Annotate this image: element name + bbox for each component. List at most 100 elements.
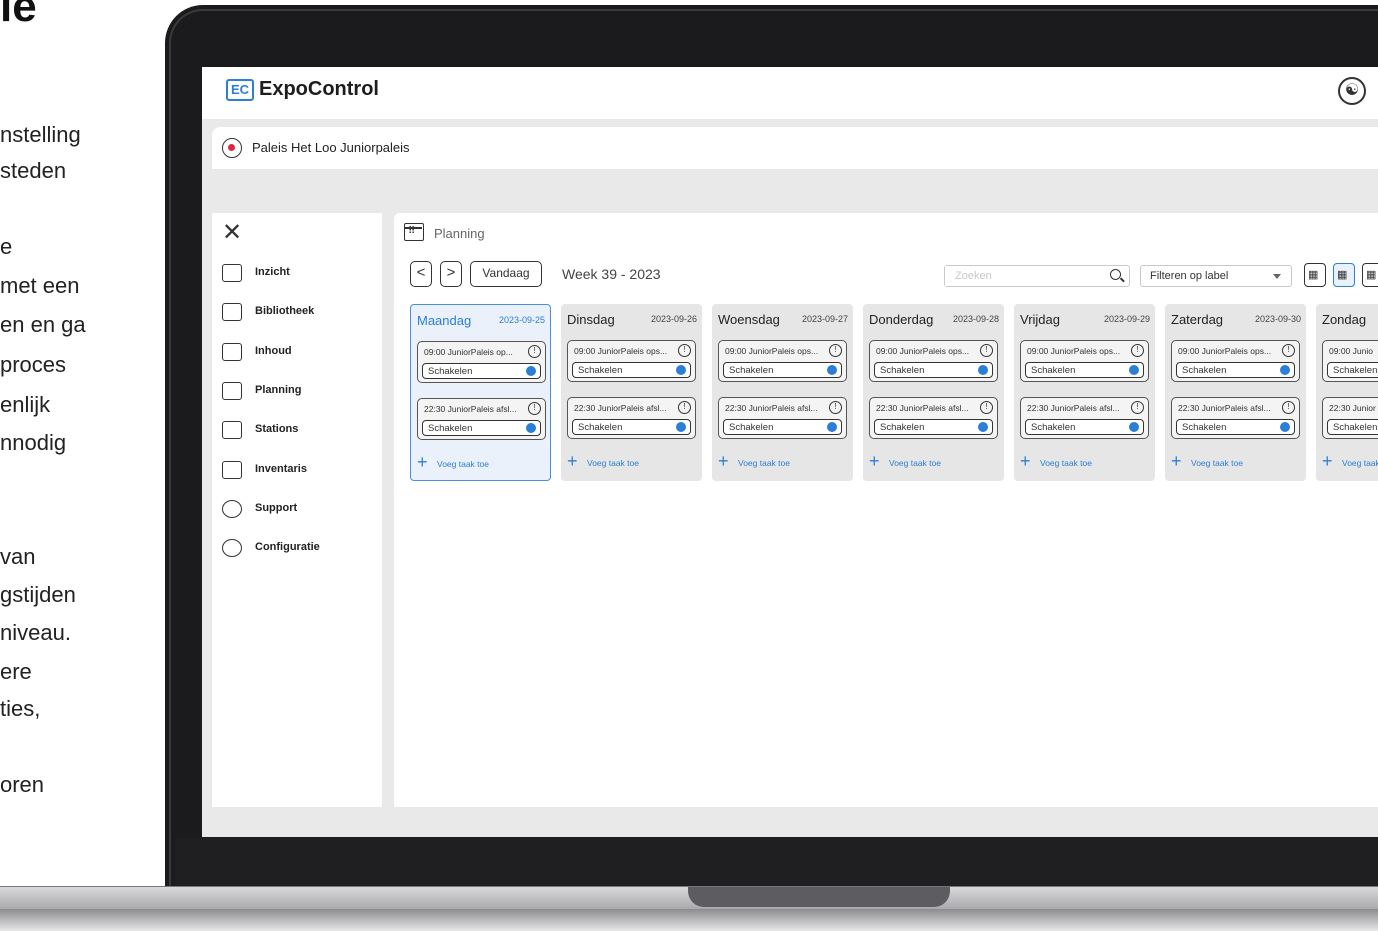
- repeat-icon: !: [1282, 401, 1295, 414]
- sidebar-item-inventaris[interactable]: Inventaris: [212, 458, 382, 488]
- switch-toggle[interactable]: Schakelen: [1025, 362, 1144, 378]
- location-name: Paleis Het Loo Juniorpaleis: [252, 140, 410, 155]
- article-line: proces: [0, 352, 67, 377]
- article-line: niveau.: [0, 620, 71, 645]
- next-week-button[interactable]: >: [440, 261, 462, 287]
- switch-toggle[interactable]: Schakelen: [572, 362, 691, 378]
- day-name: Donderdag: [869, 312, 934, 327]
- sidebar-item-planning[interactable]: Planning: [212, 379, 382, 409]
- switch-toggle[interactable]: Schakelen: [1327, 419, 1378, 435]
- article-line: oren: [0, 772, 45, 797]
- article-line: steden: [0, 158, 67, 183]
- task-card[interactable]: 09:00 JuniorPaleis ops...! Schakelen: [567, 340, 696, 382]
- task-card[interactable]: 22:30 JuniorPaleis afsl...! Schakelen: [417, 398, 546, 440]
- toggle-dot: [1129, 365, 1139, 375]
- task-card[interactable]: 09:00 Junio!Schakelen: [1322, 340, 1378, 382]
- task-title: 09:00 JuniorPaleis op...: [424, 347, 513, 357]
- switch-toggle[interactable]: Schakelen: [572, 419, 691, 435]
- day-column: Woensdag 2023-09-27 09:00 JuniorPaleis ops…: [712, 304, 853, 481]
- plus-icon: +: [1020, 451, 1031, 471]
- globe-icon[interactable]: ☯: [1338, 77, 1366, 105]
- toggle-dot: [676, 422, 686, 432]
- switch-toggle[interactable]: Schakelen: [1176, 419, 1295, 435]
- day-column: Vrijdag 2023-09-29 09:00 JuniorPaleis ops.…: [1014, 304, 1155, 481]
- view-day-button[interactable]: ▦: [1304, 263, 1326, 287]
- switch-toggle[interactable]: Schakelen: [723, 419, 842, 435]
- task-title: 22:30 JuniorPaleis afsl...: [424, 404, 517, 414]
- toggle-dot: [676, 365, 686, 375]
- task-card[interactable]: 22:30 JuniorPaleis afsl...! Schakelen: [567, 397, 696, 439]
- add-task-button[interactable]: + Voeg taak toe: [567, 452, 697, 472]
- repeat-icon: !: [1282, 344, 1295, 357]
- task-card[interactable]: 09:00 JuniorPaleis ops...! Schakelen: [1171, 340, 1300, 382]
- sidebar-item-inhoud[interactable]: Inhoud: [212, 340, 382, 370]
- prev-week-button[interactable]: <: [410, 261, 432, 287]
- switch-toggle[interactable]: Schakelen: [874, 419, 993, 435]
- switch-toggle[interactable]: Schakelen: [874, 362, 993, 378]
- day-column: Dinsdag 2023-09-26 09:00 JuniorPaleis ops.…: [561, 304, 702, 481]
- add-task-button[interactable]: + Voeg taak toe: [1020, 452, 1150, 472]
- day-date: 2023-09-28: [952, 314, 999, 324]
- task-title: 09:00 Junio: [1329, 346, 1373, 356]
- close-icon[interactable]: ✕: [222, 221, 242, 245]
- toggle-label: Schakelen: [880, 365, 925, 376]
- label-filter-select[interactable]: Filteren op label: [1140, 265, 1292, 287]
- day-date: 2023-09-25: [498, 315, 545, 325]
- article-line: ties,: [0, 696, 41, 721]
- calendar-icon: [404, 223, 424, 241]
- calendar-icon: ▦: [1337, 269, 1348, 281]
- task-card[interactable]: 22:30 JuniorPaleis afsl...! Schakelen: [1171, 397, 1300, 439]
- task-card[interactable]: 22:30 JuniorPaleis afsl...! Schakelen: [869, 397, 998, 439]
- task-title: 09:00 JuniorPaleis ops...: [1027, 346, 1121, 356]
- switch-toggle[interactable]: Schakelen: [422, 363, 541, 379]
- day-column: Donderdag 2023-09-28 09:00 JuniorPaleis op…: [863, 304, 1004, 481]
- sidebar-item-stations[interactable]: Stations: [212, 418, 382, 448]
- view-month-button[interactable]: ▦: [1362, 263, 1378, 287]
- filter-label: Filteren op label: [1150, 270, 1229, 282]
- task-card[interactable]: 09:00 JuniorPaleis ops...! Schakelen: [1020, 340, 1149, 382]
- task-card[interactable]: 22:30 JuniorPaleis afsl...! Schakelen: [1020, 397, 1149, 439]
- sidebar-item-label: Support: [255, 502, 298, 514]
- switch-toggle[interactable]: Schakelen: [1327, 362, 1378, 378]
- add-task-button[interactable]: + Voeg taak toe: [417, 453, 547, 473]
- search-input[interactable]: [945, 266, 1095, 286]
- inventory-icon: [222, 461, 242, 479]
- search-icon[interactable]: [1110, 269, 1121, 280]
- switch-toggle[interactable]: Schakelen: [1176, 362, 1295, 378]
- sidebar-item-support[interactable]: Support: [212, 497, 382, 527]
- task-card[interactable]: 22:30 JuniorPaleis afsl...! Schakelen: [718, 397, 847, 439]
- task-card[interactable]: 09:00 JuniorPaleis ops...! Schakelen: [718, 340, 847, 382]
- switch-toggle[interactable]: Schakelen: [422, 420, 541, 436]
- sidebar-item-inzicht[interactable]: Inzicht: [212, 261, 382, 291]
- toggle-label: Schakelen: [1333, 422, 1378, 433]
- switch-toggle[interactable]: Schakelen: [723, 362, 842, 378]
- day-date: 2023-09-26: [650, 314, 697, 324]
- location-bar[interactable]: Paleis Het Loo Juniorpaleis: [212, 127, 1378, 169]
- task-card[interactable]: 09:00 JuniorPaleis ops...! Schakelen: [869, 340, 998, 382]
- add-task-label: Voeg taak toe: [738, 458, 790, 468]
- toggle-label: Schakelen: [880, 422, 925, 433]
- add-task-button[interactable]: + Voeg taak toe: [869, 452, 999, 472]
- task-card[interactable]: 09:00 JuniorPaleis op...! Schakelen: [417, 341, 546, 383]
- page-title: Planning: [434, 226, 485, 241]
- sidebar-item-label: Stations: [255, 423, 299, 435]
- view-week-button[interactable]: ▦: [1333, 263, 1355, 287]
- task-title: 09:00 JuniorPaleis ops...: [574, 346, 668, 356]
- add-task-button[interactable]: + Voeg taak toe: [1322, 452, 1378, 472]
- today-button[interactable]: Vandaag: [470, 261, 542, 287]
- toggle-label: Schakelen: [1031, 422, 1076, 433]
- task-card[interactable]: 22:30 Junior!Schakelen: [1322, 397, 1378, 439]
- add-task-button[interactable]: + Voeg taak toe: [718, 452, 848, 472]
- article-line: met een: [0, 273, 80, 298]
- day-date: 2023-09-29: [1103, 314, 1150, 324]
- day-date: 2023-09-30: [1254, 314, 1301, 324]
- sidebar-item-bibliotheek[interactable]: Bibliotheek: [212, 300, 382, 330]
- repeat-icon: !: [980, 344, 993, 357]
- plus-icon: +: [1322, 451, 1333, 471]
- sidebar-item-configuratie[interactable]: Configuratie: [212, 536, 382, 566]
- plus-icon: +: [567, 451, 578, 471]
- chevron-down-icon: [1273, 274, 1281, 279]
- switch-toggle[interactable]: Schakelen: [1025, 419, 1144, 435]
- add-task-label: Voeg taak toe: [1342, 458, 1378, 468]
- add-task-button[interactable]: + Voeg taak toe: [1171, 452, 1301, 472]
